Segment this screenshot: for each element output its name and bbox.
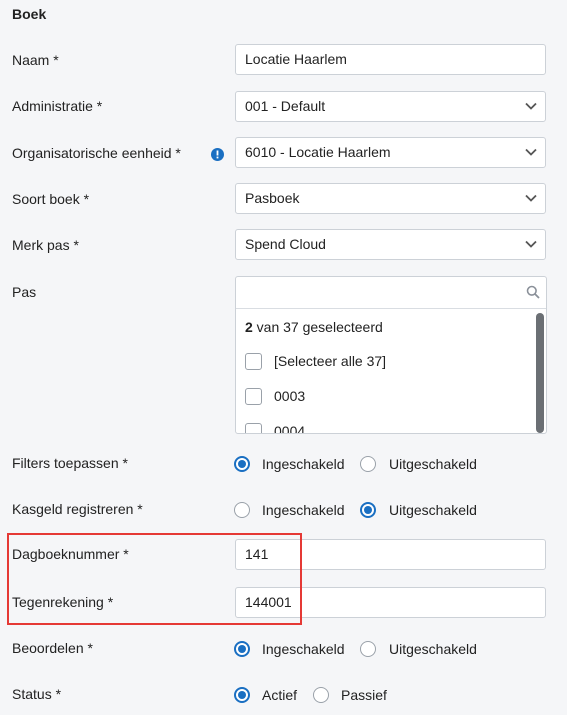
kasgeld-radio-off-label[interactable]: Uitgeschakeld [389,502,477,518]
checkbox[interactable] [245,423,262,433]
pas-label: Pas [12,284,37,300]
pas-selected-count: 2 [245,319,253,335]
status-radio-passief[interactable] [313,687,329,703]
pas-multiselect[interactable]: 2 van 37 geselecteerd [Selecteer alle 37… [235,276,547,434]
status-radio-actief[interactable] [234,687,250,703]
kasgeld-radio-off[interactable] [360,502,376,518]
pas-summary-text: van 37 geselecteerd [252,319,383,335]
beoordelen-radio-off[interactable] [360,641,376,657]
beoordelen-label: Beoordelen * [12,640,93,656]
pas-search-input[interactable] [236,277,546,309]
info-icon[interactable] [211,148,224,161]
pas-selection-summary: 2 van 37 geselecteerd [245,319,383,335]
kasgeld-radio-on-label[interactable]: Ingeschakeld [262,502,345,518]
pas-option-label: 0004 [274,423,306,434]
merk-pas-value: Spend Cloud [245,236,326,252]
filters-radio-on-label[interactable]: Ingeschakeld [262,456,345,472]
merk-pas-label: Merk pas * [12,237,79,253]
org-eenheid-label: Organisatorische eenheid * [12,145,181,161]
checkbox[interactable] [245,388,262,405]
filters-radio-off[interactable] [360,456,376,472]
beoordelen-radio-on[interactable] [234,641,250,657]
status-label: Status * [12,686,62,702]
section-title: Boek [12,6,47,22]
administratie-value: 001 - Default [245,98,326,114]
naam-label: Naam * [12,52,59,68]
pas-option-label: [Selecteer alle 37] [274,353,387,369]
soort-boek-value: Pasboek [245,190,300,206]
administratie-label: Administratie * [12,98,103,114]
soort-boek-label: Soort boek * [12,191,90,207]
administratie-select[interactable]: 001 - Default [235,91,546,122]
pas-option-label: 0003 [274,388,306,404]
merk-pas-select[interactable]: Spend Cloud [235,229,546,260]
naam-input[interactable]: Locatie Haarlem [235,44,546,75]
chevron-down-icon [525,148,537,156]
chevron-down-icon [525,194,537,202]
filters-label: Filters toepassen * [12,455,128,471]
org-eenheid-value: 6010 - Locatie Haarlem [245,144,391,160]
search-icon [526,285,540,299]
checkbox[interactable] [245,353,262,370]
chevron-down-icon [525,240,537,248]
filters-radio-off-label[interactable]: Uitgeschakeld [389,456,477,472]
status-radio-passief-label[interactable]: Passief [341,687,387,703]
beoordelen-radio-on-label[interactable]: Ingeschakeld [262,641,345,657]
kasgeld-label: Kasgeld registreren * [12,501,143,517]
soort-boek-select[interactable]: Pasboek [235,183,546,214]
kasgeld-radio-on[interactable] [234,502,250,518]
pas-scrollbar[interactable] [536,313,544,433]
filters-radio-on[interactable] [234,456,250,472]
beoordelen-radio-off-label[interactable]: Uitgeschakeld [389,641,477,657]
status-radio-actief-label[interactable]: Actief [262,687,297,703]
highlight-box [7,533,302,625]
chevron-down-icon [525,102,537,110]
org-eenheid-select[interactable]: 6010 - Locatie Haarlem [235,137,546,168]
